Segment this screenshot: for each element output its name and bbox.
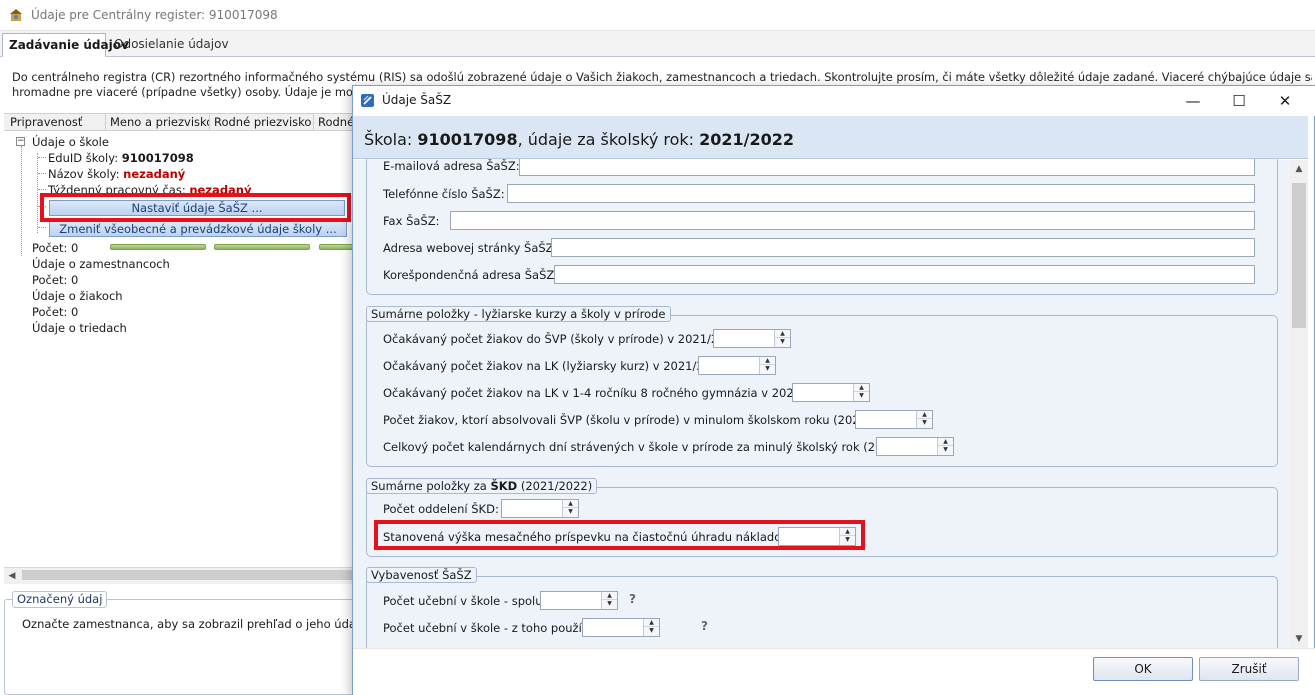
spin-down-icon[interactable]: ▼ — [775, 338, 790, 346]
help-icon[interactable]: ? — [701, 619, 708, 633]
ok-button[interactable]: OK — [1093, 657, 1193, 681]
tree-node-school-name[interactable]: Názov školy: nezadaný — [48, 167, 185, 181]
trip-row-label: Očakávaný počet žiakov na LK v 1-4 roční… — [383, 386, 838, 400]
spin-up-icon[interactable]: ▲ — [917, 411, 932, 419]
maximize-icon[interactable]: ☐ — [1216, 88, 1262, 114]
website-label: Adresa webovej stránky ŠaŠZ: — [383, 241, 558, 255]
readiness-bar — [214, 244, 310, 250]
change-school-data-button[interactable]: Zmeniť všeobecné a prevádzkové údaje ško… — [49, 221, 347, 237]
spin-up-icon[interactable]: ▲ — [644, 619, 659, 627]
skd-group-legend: Sumárne položky za ŠKD (2021/2022) — [366, 478, 598, 494]
spin-down-icon[interactable]: ▼ — [938, 446, 953, 454]
svp-days-stepper[interactable]: ▲ ▼ — [876, 437, 954, 456]
tab-data-send[interactable]: Odosielanie údajov — [108, 33, 235, 57]
tree-node-classes[interactable]: Údaje o triedach — [32, 321, 127, 335]
column-header-readiness[interactable]: Pripravenosť — [6, 114, 106, 131]
header-mid: , údaje za školský rok: — [517, 130, 695, 149]
classrooms-total-stepper[interactable]: ▲ ▼ — [540, 591, 618, 610]
skd-departments-stepper[interactable]: ▲ ▼ — [501, 499, 579, 518]
address-label: Korešpondenčná adresa ŠaŠZ: — [383, 268, 559, 282]
dialog-title: Údaje ŠaŠZ — [382, 93, 452, 107]
trip-row-label: Počet žiakov, ktorí absolvovali ŠVP (ško… — [383, 413, 909, 427]
trips-group-legend: Sumárne položky - lyžiarske kurzy a škol… — [366, 306, 671, 322]
skd-legend-suffix: (2021/2022) — [517, 479, 593, 493]
spin-up-icon[interactable]: ▲ — [775, 330, 790, 338]
highlight-box-skd-fee — [374, 520, 865, 550]
readiness-bar — [319, 244, 355, 250]
dialog-header-title: Škola: 910017098, údaje za školský rok: … — [364, 130, 794, 149]
fax-label: Fax ŠaŠZ: — [383, 214, 440, 228]
spin-up-icon[interactable]: ▲ — [563, 500, 578, 508]
svp-last-year-stepper[interactable]: ▲ ▼ — [855, 410, 933, 429]
tree-node-eduid[interactable]: EduID školy: 910017098 — [48, 151, 194, 165]
trip-row-label: Celkový počet kalendárnych dní strávenýc… — [383, 440, 939, 454]
spin-down-icon[interactable]: ▼ — [602, 600, 617, 608]
email-field[interactable] — [519, 157, 1255, 176]
header-prefix: Škola: — [364, 130, 413, 149]
school-name-value: nezadaný — [123, 167, 186, 181]
marked-item-hint: Označte zamestnanca, aby sa zobrazil pre… — [22, 617, 384, 631]
tree-expander-icon[interactable]: − — [16, 137, 25, 146]
cancel-button[interactable]: Zrušiť — [1199, 657, 1299, 681]
eduid-label: EduID školy: — [48, 151, 119, 165]
skd-legend-bold: ŠKD — [490, 479, 518, 493]
scroll-down-icon[interactable]: ▼ — [1290, 632, 1308, 646]
highlight-box-set-sasz — [40, 193, 351, 222]
info-text-line1: Do centrálneho registra (CR) rezortného … — [12, 70, 1312, 84]
tree-count-employees: Počet: 0 — [32, 273, 79, 287]
website-field[interactable] — [551, 238, 1255, 257]
scroll-left-icon[interactable]: ◀ — [6, 570, 18, 582]
column-header-name[interactable]: Meno a priezvisko — [106, 114, 210, 131]
header-school-year: 2021/2022 — [699, 130, 795, 149]
tab-data-entry[interactable]: Zadávanie údajov — [2, 33, 129, 57]
skd-departments-label: Počet oddelení ŠKD: — [383, 502, 499, 516]
spin-down-icon[interactable]: ▼ — [563, 508, 578, 516]
spin-down-icon[interactable]: ▼ — [644, 627, 659, 635]
help-icon[interactable]: ? — [629, 592, 636, 606]
dialog-app-icon — [360, 93, 375, 108]
close-icon[interactable]: ✕ — [1262, 88, 1308, 114]
trip-row-label: Očakávaný počet žiakov na LK (lyžiarsky … — [383, 359, 730, 373]
header-school-id: 910017098 — [417, 130, 518, 149]
trip-row-label: Očakávaný počet žiakov do ŠVP (školy v p… — [383, 332, 745, 346]
eduid-value: 910017098 — [121, 151, 194, 165]
minimize-icon[interactable]: — — [1170, 88, 1216, 114]
spin-up-icon[interactable]: ▲ — [602, 592, 617, 600]
spin-up-icon[interactable]: ▲ — [938, 438, 953, 446]
column-header-birth-surname[interactable]: Rodné priezvisko — [210, 114, 314, 131]
phone-label: Telefónne číslo ŠaŠZ: — [383, 187, 505, 201]
spin-down-icon[interactable]: ▼ — [854, 392, 869, 400]
tree-node-employees[interactable]: Údaje o zamestnancoch — [32, 257, 170, 271]
scrollbar-thumb[interactable] — [1292, 183, 1306, 328]
spin-up-icon[interactable]: ▲ — [760, 357, 775, 365]
scrollbar-thumb[interactable] — [22, 570, 352, 580]
lk-gymnasium-stepper[interactable]: ▲ ▼ — [792, 383, 870, 402]
marked-item-group — [4, 599, 354, 695]
spin-down-icon[interactable]: ▼ — [760, 365, 775, 373]
lk-expected-stepper[interactable]: ▲ ▼ — [698, 356, 776, 375]
fax-field[interactable] — [450, 211, 1255, 230]
spin-down-icon[interactable]: ▼ — [917, 419, 932, 427]
email-label: E-mailová adresa ŠaŠZ: — [383, 159, 520, 173]
tree-node-students[interactable]: Údaje o žiakoch — [32, 289, 123, 303]
tree-count-students: Počet: 0 — [32, 305, 79, 319]
marked-item-label: Označený údaj — [12, 591, 108, 608]
phone-field[interactable] — [507, 184, 1255, 203]
scroll-up-icon[interactable]: ▲ — [1290, 162, 1308, 176]
equipment-group-legend: Vybavenosť ŠaŠZ — [366, 567, 477, 583]
classrooms-total-label: Počet učební v škole - spolu: — [383, 594, 547, 608]
tree-node-school[interactable]: Údaje o škole — [32, 135, 109, 149]
skd-legend-prefix: Sumárne položky za — [371, 479, 491, 493]
classrooms-used-stepper[interactable]: ▲ ▼ — [582, 618, 660, 637]
background-window-title: Údaje pre Centrálny register: 910017098 — [31, 8, 278, 22]
readiness-bar — [110, 244, 206, 250]
address-field[interactable] — [554, 265, 1255, 284]
tree-count-school: Počet: 0 — [32, 241, 79, 255]
school-name-label: Názov školy: — [48, 167, 120, 181]
spin-up-icon[interactable]: ▲ — [854, 384, 869, 392]
svp-expected-stepper[interactable]: ▲ ▼ — [713, 329, 791, 348]
app-icon — [9, 8, 23, 22]
